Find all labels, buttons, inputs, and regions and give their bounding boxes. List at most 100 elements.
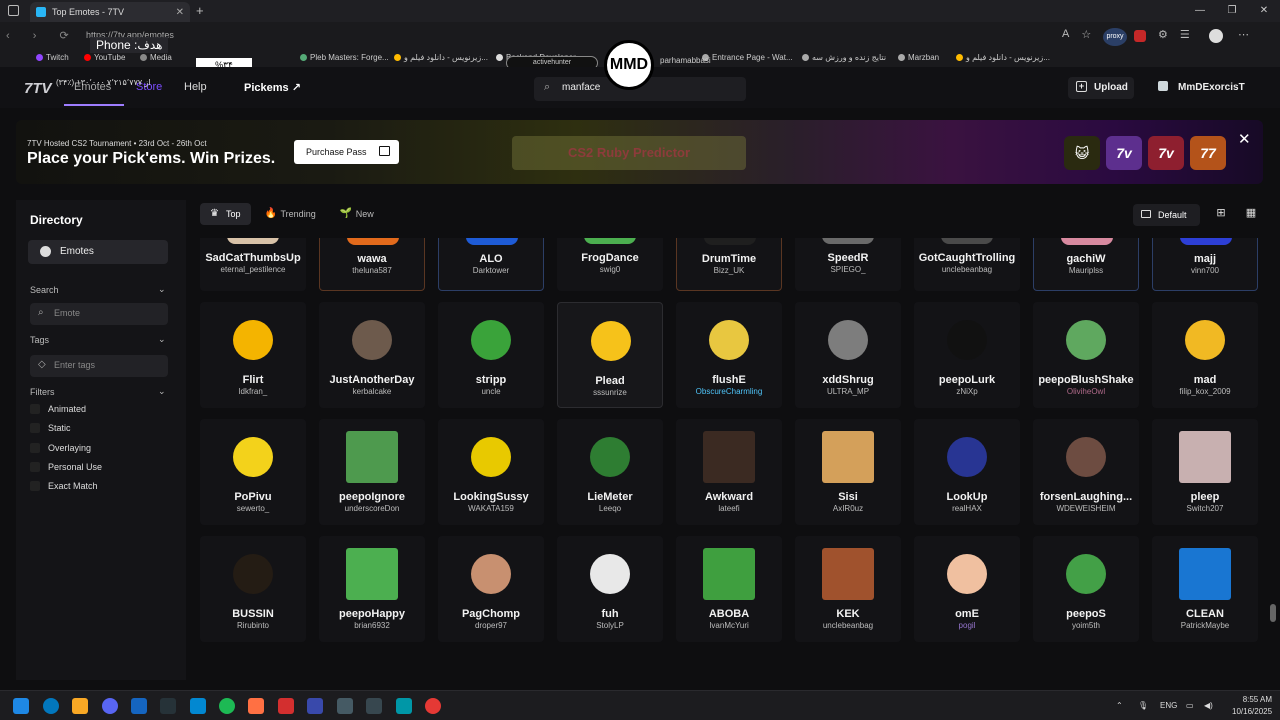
checkbox[interactable] bbox=[30, 462, 40, 472]
predictor-button[interactable]: CS2 Ruby Predictor bbox=[512, 136, 746, 170]
purchase-pass-button[interactable]: Purchase Pass bbox=[294, 140, 399, 164]
app-icon[interactable] bbox=[248, 698, 264, 714]
emote-owner[interactable]: ObscureCharmling bbox=[676, 387, 782, 396]
checkbox[interactable] bbox=[30, 423, 40, 433]
sidebar-item-emotes[interactable]: Emotes bbox=[28, 240, 168, 264]
filter-overlaying[interactable]: Overlaying bbox=[30, 443, 91, 453]
bookmark[interactable]: Twitch bbox=[36, 53, 69, 62]
emote-owner[interactable]: droper97 bbox=[438, 621, 544, 630]
emote-card[interactable]: peepoS yoim5th bbox=[1033, 536, 1139, 642]
emote-card[interactable]: wawa theluna587 bbox=[319, 238, 425, 291]
bookmark[interactable]: Media bbox=[140, 53, 172, 62]
checkbox[interactable] bbox=[30, 481, 40, 491]
emote-owner[interactable]: SPIEGO_ bbox=[795, 265, 901, 274]
emote-owner[interactable]: AxIR0uz bbox=[795, 504, 901, 513]
emote-card[interactable]: mad filip_kox_2009 bbox=[1152, 302, 1258, 408]
bookmark[interactable]: زیرنویس - دانلود فیلم و... bbox=[394, 53, 488, 62]
emote-card[interactable]: ALO Darktower bbox=[438, 238, 544, 291]
steam-icon[interactable] bbox=[160, 698, 176, 714]
emote-card[interactable]: SadCatThumbsUp eternal_pestilence bbox=[200, 238, 306, 291]
emote-card[interactable]: fuh StolyLP bbox=[557, 536, 663, 642]
bookmark[interactable]: YouTube bbox=[84, 53, 125, 62]
filter-personal-use[interactable]: Personal Use bbox=[30, 462, 102, 472]
edge-icon[interactable] bbox=[43, 698, 59, 714]
emote-owner[interactable]: yoim5th bbox=[1033, 621, 1139, 630]
app-icon[interactable] bbox=[278, 698, 294, 714]
explorer-icon[interactable] bbox=[72, 698, 88, 714]
nav-buttons[interactable]: ‹ › ⟳ bbox=[6, 29, 79, 42]
emote-card[interactable]: peepoLurk zNiXp bbox=[914, 302, 1020, 408]
emote-owner[interactable]: swig0 bbox=[557, 265, 663, 274]
emote-card[interactable]: Plead sssunrize bbox=[557, 302, 663, 408]
emote-owner[interactable]: vinn700 bbox=[1153, 266, 1257, 275]
sort-dropdown[interactable]: Default bbox=[1133, 204, 1200, 226]
emote-owner[interactable]: unclebeanbag bbox=[795, 621, 901, 630]
emote-owner[interactable]: OliviheOwl bbox=[1033, 387, 1139, 396]
chrome-icon[interactable] bbox=[425, 698, 441, 714]
emote-card[interactable]: Awkward lateefi bbox=[676, 419, 782, 525]
emote-owner[interactable]: realHAX bbox=[914, 504, 1020, 513]
emote-owner[interactable]: StolyLP bbox=[557, 621, 663, 630]
volume-icon[interactable]: ◀) bbox=[1204, 701, 1213, 710]
emote-owner[interactable]: kerbalcake bbox=[319, 387, 425, 396]
dense-grid-view-icon[interactable]: ▦ bbox=[1244, 206, 1258, 220]
network-icon[interactable]: ▭ bbox=[1186, 701, 1194, 710]
emote-owner[interactable]: sewerto_ bbox=[200, 504, 306, 513]
emote-card[interactable]: BUSSIN Rirubinto bbox=[200, 536, 306, 642]
emote-card[interactable]: majj vinn700 bbox=[1152, 238, 1258, 291]
tray-chevron-icon[interactable]: ⌃ bbox=[1116, 701, 1123, 710]
user-menu[interactable]: MmDExorcisT bbox=[1158, 81, 1245, 93]
window-menu-icon[interactable] bbox=[8, 5, 19, 16]
emote-card[interactable]: xddShrug ULTRA_MP bbox=[795, 302, 901, 408]
language-indicator[interactable]: ENG bbox=[1160, 701, 1177, 710]
mic-icon[interactable]: 🎙 bbox=[1138, 701, 1148, 710]
browser-tab[interactable]: Top Emotes - 7TV ✕ bbox=[30, 2, 190, 22]
emote-owner[interactable]: IvanMcYuri bbox=[676, 621, 782, 630]
tab-close-icon[interactable]: ✕ bbox=[176, 7, 184, 18]
app-icon[interactable] bbox=[307, 698, 323, 714]
bookmark[interactable]: زیرنویس - دانلود فیلم و... bbox=[956, 53, 1050, 62]
filter-animated[interactable]: Animated bbox=[30, 404, 86, 414]
emote-owner[interactable]: brian6932 bbox=[319, 621, 425, 630]
emote-card[interactable]: JustAnotherDay kerbalcake bbox=[319, 302, 425, 408]
minimize-button[interactable]: — bbox=[1184, 0, 1216, 22]
emote-owner[interactable]: ldkfran_ bbox=[200, 387, 306, 396]
upload-button[interactable]: + Upload bbox=[1068, 77, 1134, 99]
settings-icon[interactable]: ⚙ bbox=[1158, 28, 1168, 41]
chevron-down-icon[interactable]: ⌄ bbox=[158, 284, 166, 295]
emote-card[interactable]: SpeedR SPIEGO_ bbox=[795, 238, 901, 291]
bookmark[interactable]: Pleb Masters: Forge... bbox=[300, 53, 389, 62]
emote-card[interactable]: LookUp realHAX bbox=[914, 419, 1020, 525]
emote-owner[interactable]: uncle bbox=[438, 387, 544, 396]
emote-card[interactable]: KEK unclebeanbag bbox=[795, 536, 901, 642]
emote-card[interactable]: peepoHappy brian6932 bbox=[319, 536, 425, 642]
emote-card[interactable]: gachiW Mauriplss bbox=[1033, 238, 1139, 291]
chevron-down-icon[interactable]: ⌄ bbox=[158, 386, 166, 397]
emote-owner[interactable]: theluna587 bbox=[320, 266, 424, 275]
emote-owner[interactable]: Leeqo bbox=[557, 504, 663, 513]
emote-card[interactable]: LieMeter Leeqo bbox=[557, 419, 663, 525]
emote-card[interactable]: stripp uncle bbox=[438, 302, 544, 408]
filter-exact-match[interactable]: Exact Match bbox=[30, 481, 98, 491]
bookmark[interactable]: Entrance Page - Wat... bbox=[702, 53, 793, 62]
nav-pickems[interactable]: Pickems ↗ bbox=[244, 81, 301, 94]
translate-icon[interactable]: A bbox=[1062, 28, 1069, 41]
favorites-icon[interactable]: ☰ bbox=[1180, 28, 1190, 41]
filter-static[interactable]: Static bbox=[30, 423, 71, 433]
new-tab-button[interactable]: + bbox=[196, 3, 204, 18]
tab-trending[interactable]: 🔥 Trending bbox=[255, 203, 326, 225]
emote-owner[interactable]: Rirubinto bbox=[200, 621, 306, 630]
emote-card[interactable]: PoPivu sewerto_ bbox=[200, 419, 306, 525]
emote-owner[interactable]: underscoreDon bbox=[319, 504, 425, 513]
checkbox[interactable] bbox=[30, 404, 40, 414]
emote-owner[interactable]: lateefi bbox=[676, 504, 782, 513]
emote-owner[interactable]: sssunrize bbox=[558, 388, 662, 397]
emote-owner[interactable]: pogil bbox=[914, 621, 1020, 630]
app-icon[interactable] bbox=[366, 698, 382, 714]
discord-icon[interactable] bbox=[102, 698, 118, 714]
emote-card[interactable]: omE pogil bbox=[914, 536, 1020, 642]
emote-owner[interactable]: Darktower bbox=[439, 266, 543, 275]
emote-card[interactable]: LookingSussy WAKATA159 bbox=[438, 419, 544, 525]
close-window-button[interactable]: ✕ bbox=[1248, 0, 1280, 22]
spotify-icon[interactable] bbox=[219, 698, 235, 714]
